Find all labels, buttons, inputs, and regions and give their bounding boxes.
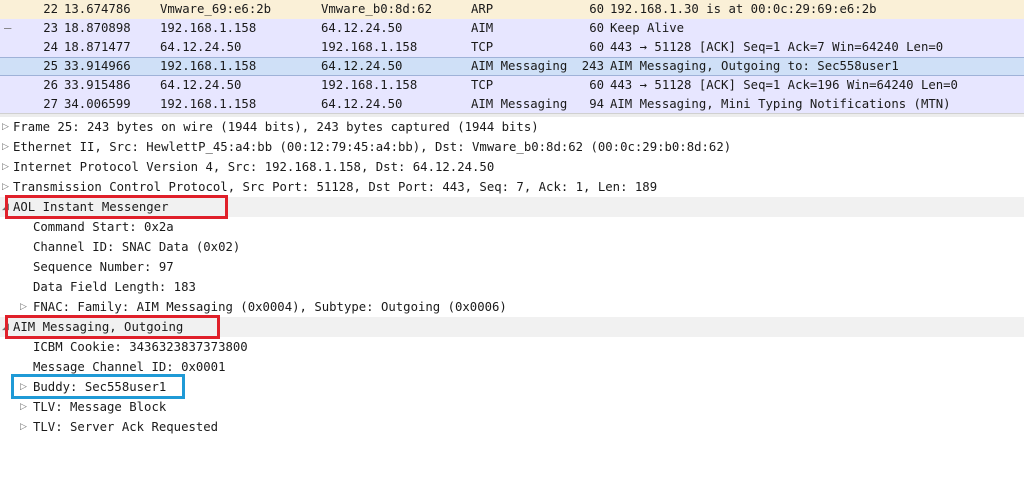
packet-info: Keep Alive xyxy=(610,21,685,35)
tree-item-label: Frame 25: 243 bytes on wire (1944 bits),… xyxy=(13,120,539,134)
packet-number: 27 xyxy=(43,97,58,111)
packet-length: 60 xyxy=(589,2,604,16)
tree-item-label: Data Field Length: 183 xyxy=(33,280,196,294)
expand-arrow-icon[interactable]: ▷ xyxy=(20,377,27,397)
tree-item-label: ICBM Cookie: 3436323837373800 xyxy=(33,340,248,354)
packet-destination: 192.168.1.158 xyxy=(321,78,418,92)
packet-protocol: AIM xyxy=(471,21,494,35)
collapse-arrow-icon[interactable]: ◢ xyxy=(2,317,9,337)
tree-item-aim-messaging-outgoing[interactable]: ◢ AIM Messaging, Outgoing xyxy=(0,317,1024,337)
tree-item-buddy[interactable]: ▷ Buddy: Sec558user1 xyxy=(0,377,1024,397)
tree-item-label: Buddy: Sec558user1 xyxy=(33,380,167,394)
tree-item-label: Internet Protocol Version 4, Src: 192.16… xyxy=(13,160,495,174)
packet-info: 443 → 51128 [ACK] Seq=1 Ack=196 Win=6424… xyxy=(610,78,958,92)
packet-number: 23 xyxy=(43,21,58,35)
packet-destination: 64.12.24.50 xyxy=(321,59,403,73)
packet-number: 26 xyxy=(43,78,58,92)
expand-arrow-icon[interactable]: ▷ xyxy=(2,137,9,157)
packet-number: 24 xyxy=(43,40,58,54)
tree-item-label: TLV: Message Block xyxy=(33,400,167,414)
packet-source: Vmware_69:e6:2b xyxy=(160,2,272,16)
packet-protocol: TCP xyxy=(471,78,494,92)
packet-source: 64.12.24.50 xyxy=(160,78,242,92)
tree-item-fnac[interactable]: ▷ FNAC: Family: AIM Messaging (0x0004), … xyxy=(0,297,1024,317)
packet-time: 18.871477 xyxy=(64,40,131,54)
tree-item-frame[interactable]: ▷ Frame 25: 243 bytes on wire (1944 bits… xyxy=(0,117,1024,137)
packet-row-26[interactable]: 26 33.915486 64.12.24.50 192.168.1.158 T… xyxy=(0,76,1024,95)
packet-time: 34.006599 xyxy=(64,97,131,111)
tree-item-label: FNAC: Family: AIM Messaging (0x0004), Su… xyxy=(33,300,507,314)
packet-length: 60 xyxy=(589,78,604,92)
packet-destination: 64.12.24.50 xyxy=(321,21,403,35)
tree-item-ethernet[interactable]: ▷ Ethernet II, Src: HewlettP_45:a4:bb (0… xyxy=(0,137,1024,157)
packet-length: 243 xyxy=(581,59,604,73)
packet-destination: 192.168.1.158 xyxy=(321,40,418,54)
tree-item-label: TLV: Server Ack Requested xyxy=(33,420,219,434)
packet-protocol: AIM Messaging xyxy=(471,97,568,111)
packet-row-27[interactable]: 27 34.006599 192.168.1.158 64.12.24.50 A… xyxy=(0,95,1024,113)
expand-arrow-icon[interactable]: ▷ xyxy=(20,417,27,437)
packet-time: 18.870898 xyxy=(64,21,131,35)
packet-number: 25 xyxy=(43,59,58,73)
expand-arrow-icon[interactable]: ▷ xyxy=(20,397,27,417)
expand-arrow-icon[interactable]: ▷ xyxy=(2,157,9,177)
packet-source: 64.12.24.50 xyxy=(160,40,242,54)
tree-item-aol-instant-messenger[interactable]: ◢ AOL Instant Messenger xyxy=(0,197,1024,217)
packet-row-23[interactable]: — 23 18.870898 192.168.1.158 64.12.24.50… xyxy=(0,19,1024,38)
tree-item-tlv-message-block[interactable]: ▷ TLV: Message Block xyxy=(0,397,1024,417)
tree-item-channel-id[interactable]: Channel ID: SNAC Data (0x02) xyxy=(0,237,1024,257)
tree-item-label: Message Channel ID: 0x0001 xyxy=(33,360,226,374)
expand-arrow-icon[interactable]: ▷ xyxy=(2,177,9,197)
packet-row-25-selected[interactable]: 25 33.914966 192.168.1.158 64.12.24.50 A… xyxy=(0,57,1024,76)
packet-row-24[interactable]: 24 18.871477 64.12.24.50 192.168.1.158 T… xyxy=(0,38,1024,57)
packet-details-tree: ▷ Frame 25: 243 bytes on wire (1944 bits… xyxy=(0,117,1024,439)
tree-item-label: AIM Messaging, Outgoing xyxy=(13,320,184,334)
packet-time: 33.915486 xyxy=(64,78,131,92)
packet-protocol: AIM Messaging xyxy=(471,59,568,73)
packet-info: 443 → 51128 [ACK] Seq=1 Ack=7 Win=64240 … xyxy=(610,40,944,54)
tree-item-label: Command Start: 0x2a xyxy=(33,220,174,234)
tree-item-icbm-cookie[interactable]: ICBM Cookie: 3436323837373800 xyxy=(0,337,1024,357)
collapse-arrow-icon[interactable]: ◢ xyxy=(2,197,9,217)
tree-item-label: Sequence Number: 97 xyxy=(33,260,174,274)
tree-item-label: Transmission Control Protocol, Src Port:… xyxy=(13,180,658,194)
tree-item-tlv-server-ack[interactable]: ▷ TLV: Server Ack Requested xyxy=(0,417,1024,437)
packet-source: 192.168.1.158 xyxy=(160,59,257,73)
packet-number: 22 xyxy=(43,2,58,16)
packet-info: AIM Messaging, Mini Typing Notifications… xyxy=(610,97,951,111)
tree-item-ip[interactable]: ▷ Internet Protocol Version 4, Src: 192.… xyxy=(0,157,1024,177)
tree-item-label: Ethernet II, Src: HewlettP_45:a4:bb (00:… xyxy=(13,140,732,154)
packet-row-22[interactable]: 22 13.674786 Vmware_69:e6:2b Vmware_b0:8… xyxy=(0,0,1024,19)
tree-item-message-channel-id[interactable]: Message Channel ID: 0x0001 xyxy=(0,357,1024,377)
packet-length: 94 xyxy=(589,97,604,111)
tree-item-label: Channel ID: SNAC Data (0x02) xyxy=(33,240,241,254)
packet-info: AIM Messaging, Outgoing to: Sec558user1 xyxy=(610,59,899,73)
packet-source: 192.168.1.158 xyxy=(160,97,257,111)
tree-item-data-field-length[interactable]: Data Field Length: 183 xyxy=(0,277,1024,297)
packet-time: 13.674786 xyxy=(64,2,131,16)
tree-item-label: AOL Instant Messenger xyxy=(13,200,169,214)
packet-time: 33.914966 xyxy=(64,59,131,73)
packet-info: 192.168.1.30 is at 00:0c:29:69:e6:2b xyxy=(610,2,877,16)
packet-destination: Vmware_b0:8d:62 xyxy=(321,2,433,16)
tree-item-command-start[interactable]: Command Start: 0x2a xyxy=(0,217,1024,237)
related-packet-mark: — xyxy=(4,21,12,35)
expand-arrow-icon[interactable]: ▷ xyxy=(20,297,27,317)
packet-destination: 64.12.24.50 xyxy=(321,97,403,111)
packet-length: 60 xyxy=(589,40,604,54)
packet-source: 192.168.1.158 xyxy=(160,21,257,35)
packet-length: 60 xyxy=(589,21,604,35)
packet-protocol: ARP xyxy=(471,2,494,16)
expand-arrow-icon[interactable]: ▷ xyxy=(2,117,9,137)
packet-list: 22 13.674786 Vmware_69:e6:2b Vmware_b0:8… xyxy=(0,0,1024,113)
tree-item-tcp[interactable]: ▷ Transmission Control Protocol, Src Por… xyxy=(0,177,1024,197)
packet-protocol: TCP xyxy=(471,40,494,54)
tree-item-sequence-number[interactable]: Sequence Number: 97 xyxy=(0,257,1024,277)
